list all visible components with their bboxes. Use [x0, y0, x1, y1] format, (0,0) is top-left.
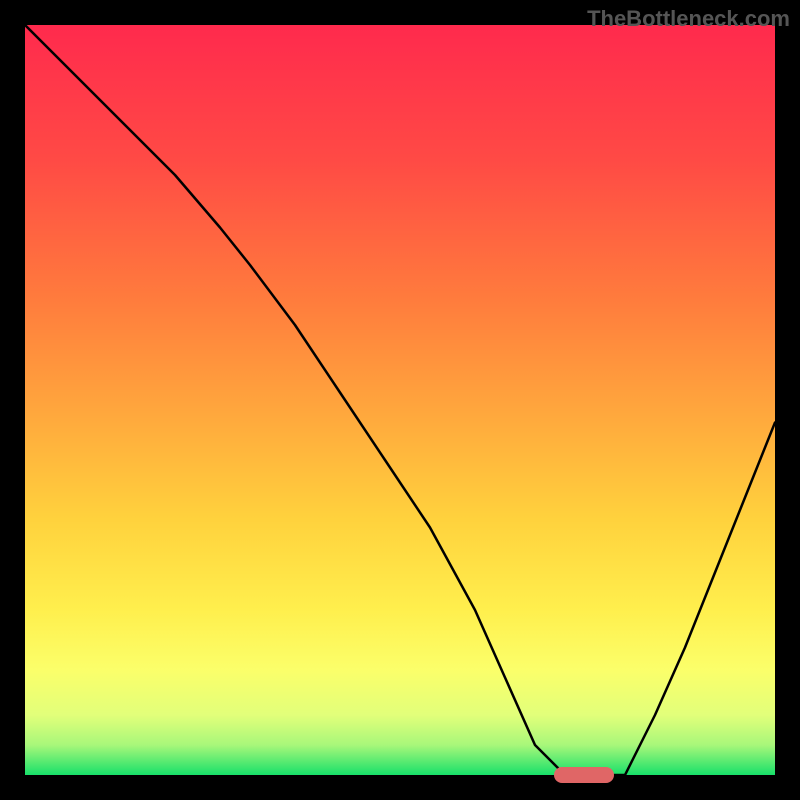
watermark-text: TheBottleneck.com: [587, 6, 790, 32]
chart-svg: [25, 25, 775, 775]
chart-plot-area: [25, 25, 775, 775]
optimal-range-marker: [554, 767, 614, 783]
